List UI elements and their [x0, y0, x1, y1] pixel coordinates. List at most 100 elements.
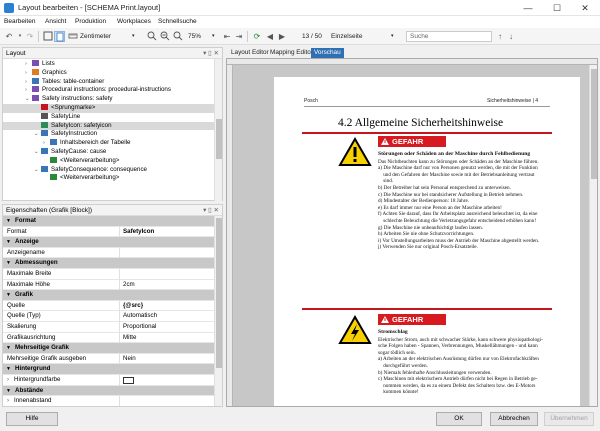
property-row[interactable]: Anzeigename	[3, 247, 216, 259]
property-value[interactable]: Proportional	[123, 322, 156, 333]
tree-item[interactable]: ⌄ SafetyInstruction	[3, 130, 215, 139]
frame-icon[interactable]	[43, 31, 53, 42]
expander-icon[interactable]: ›	[25, 69, 32, 78]
first-page-icon[interactable]: ⇤	[222, 31, 232, 42]
tab-mapping-editor[interactable]: Mapping Editor	[267, 48, 316, 58]
undo-dropdown-icon[interactable]: ▾	[16, 31, 24, 42]
cancel-button[interactable]: Abbrechen	[490, 412, 538, 426]
tree-item[interactable]: › Procedural instructions: procedural-ins…	[3, 86, 215, 95]
property-value[interactable]: SafetyIcon	[123, 227, 154, 238]
color-swatch[interactable]	[123, 377, 134, 384]
property-row[interactable]: Maximale Höhe 2cm	[3, 279, 216, 291]
tree-item[interactable]: <Weiterverarbeitung>	[3, 156, 215, 166]
tree-item[interactable]: <Weiterverarbeitung>	[3, 174, 215, 183]
property-category[interactable]: ▼ Format	[3, 216, 216, 227]
property-category[interactable]: ▼ Hintergrund	[3, 364, 216, 375]
ruler-icon[interactable]	[68, 31, 78, 42]
tree-item[interactable]: ⌄ SafetyCause: cause	[3, 148, 215, 157]
expander-icon[interactable]: ›	[25, 78, 32, 87]
expander-icon[interactable]: ⌄	[34, 166, 41, 175]
next-page-icon[interactable]: ▶	[277, 31, 287, 42]
ok-button[interactable]: OK	[436, 412, 482, 426]
menu-schnellsuche[interactable]: Schnellsuche	[158, 18, 197, 25]
property-value[interactable]: Nein	[123, 354, 136, 365]
properties-scroll-thumb[interactable]	[216, 218, 222, 368]
menu-workplaces[interactable]: Workplaces	[117, 18, 151, 25]
property-row[interactable]: › Innenabstand	[3, 396, 216, 406]
properties-scrollbar[interactable]	[214, 216, 222, 406]
property-value[interactable]: Automatisch	[123, 311, 157, 322]
tree-item[interactable]: › Graphics	[3, 68, 215, 78]
tree-item[interactable]: ⌄ Safety instructions: safety	[3, 95, 215, 104]
property-row[interactable]: Format SafetyIcon	[3, 226, 216, 238]
expander-icon[interactable]: ›	[7, 375, 9, 386]
property-category[interactable]: ▼ Anzeige	[3, 237, 216, 248]
collapse-icon[interactable]: ▼	[6, 258, 11, 269]
expander-icon[interactable]: ›	[25, 60, 32, 69]
property-row[interactable]: Quelle (Typ) Automatisch	[3, 311, 216, 322]
collapse-icon[interactable]: ▼	[6, 237, 11, 248]
property-row[interactable]: Maximale Breite	[3, 269, 216, 280]
property-value[interactable]: 2cm	[123, 280, 135, 291]
property-row[interactable]: Skalierung Proportional	[3, 322, 216, 333]
panel-controls-icon[interactable]: ▾ ▯ ✕	[203, 48, 219, 59]
collapse-icon[interactable]: ▼	[6, 290, 11, 301]
menu-bearbeiten[interactable]: Bearbeiten	[4, 18, 35, 25]
property-value[interactable]: {@src}	[123, 301, 143, 312]
tree-item[interactable]: › Inhaltsbereich der Tabelle	[3, 139, 215, 148]
menu-produktion[interactable]: Produktion	[75, 18, 106, 25]
tree-item[interactable]: ⌄ SafetyConsequence: consequence	[3, 165, 215, 175]
undo-icon[interactable]: ↶	[4, 31, 14, 42]
expander-icon[interactable]: ›	[7, 396, 9, 406]
preview-scrollbar[interactable]	[589, 65, 597, 406]
page-view-icon[interactable]	[54, 31, 65, 42]
expander-icon[interactable]: ⌄	[34, 130, 41, 139]
zoom-in-icon[interactable]	[147, 31, 157, 42]
zoom-fit-icon[interactable]	[173, 31, 183, 42]
property-row[interactable]: Grafikausrichtung Mitte	[3, 332, 216, 344]
property-row[interactable]: Quelle {@src}	[3, 300, 216, 312]
expander-icon[interactable]: ›	[43, 139, 50, 148]
preview-scroll-thumb[interactable]	[591, 69, 597, 179]
tree-item[interactable]: SafetyIcon: safetyicon	[3, 121, 215, 131]
expander-icon[interactable]: ⌄	[25, 95, 32, 104]
refresh-icon[interactable]: ⟳	[252, 31, 262, 42]
redo-icon[interactable]: ↷	[25, 31, 35, 42]
search-previous-icon[interactable]: ↑	[495, 31, 505, 42]
zoom-select[interactable]: 75% ▾	[188, 31, 218, 42]
page-mode-select[interactable]: Einzelseite ▾	[331, 31, 401, 42]
property-category[interactable]: ▼ Abstände	[3, 385, 216, 397]
maximize-button[interactable]: ☐	[543, 0, 571, 16]
tab-vorschau[interactable]: Vorschau	[311, 48, 344, 58]
collapse-icon[interactable]: ▼	[6, 364, 11, 375]
minimize-button[interactable]: —	[514, 0, 542, 16]
tree-item[interactable]: SafetyLine	[3, 112, 215, 122]
property-value[interactable]: Mitte	[123, 333, 136, 344]
previous-page-icon[interactable]: ◀	[265, 31, 275, 42]
tab-layout-editor[interactable]: Layout Editor	[228, 48, 272, 58]
property-row[interactable]: Mehrseitige Grafik ausgeben Nein	[3, 353, 216, 365]
expander-icon[interactable]: ›	[25, 86, 32, 95]
collapse-icon[interactable]: ▼	[6, 216, 11, 227]
apply-button[interactable]: Übernehmen	[544, 412, 594, 426]
panel-controls-icon[interactable]: ▾ ▯ ✕	[203, 205, 219, 216]
close-button[interactable]: ✕	[571, 0, 599, 16]
help-button[interactable]: Hilfe	[6, 412, 58, 426]
menu-ansicht[interactable]: Ansicht	[45, 18, 66, 25]
collapse-icon[interactable]: ▼	[6, 343, 11, 354]
tree-item[interactable]: › Lists	[3, 60, 215, 69]
property-category[interactable]: ▼ Grafik	[3, 290, 216, 301]
layout-scrollbar[interactable]	[214, 59, 222, 201]
tree-item[interactable]: › Tables: table-container	[3, 77, 215, 87]
unit-select[interactable]: Zentimeter ▾	[80, 31, 140, 42]
search-next-icon[interactable]: ↓	[506, 31, 516, 42]
property-row[interactable]: › Hintergrundfarbe	[3, 375, 216, 386]
zoom-out-icon[interactable]	[160, 31, 170, 42]
collapse-icon[interactable]: ▼	[6, 386, 11, 397]
expander-icon[interactable]: ⌄	[34, 148, 41, 157]
layout-scroll-thumb[interactable]	[216, 119, 222, 159]
property-category[interactable]: ▼ Abmessungen	[3, 258, 216, 269]
search-input[interactable]: Suche	[406, 31, 492, 42]
last-page-icon[interactable]: ⇥	[234, 31, 244, 42]
property-category[interactable]: ▼ Mehrseitige Grafik	[3, 343, 216, 354]
